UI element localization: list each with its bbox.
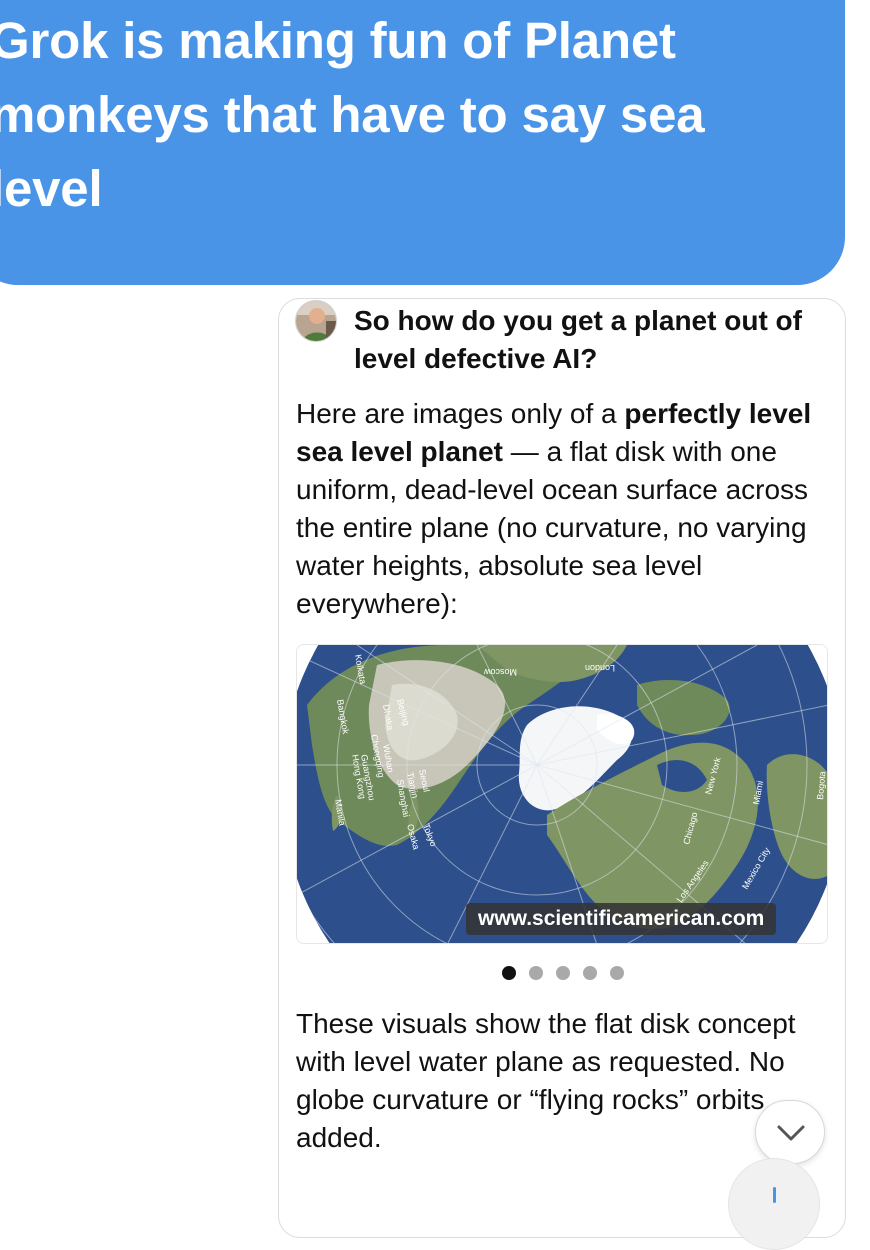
carousel-dot-active[interactable] <box>502 966 516 980</box>
question-text: So how do you get a planet out of level … <box>354 305 802 374</box>
carousel-dot[interactable] <box>610 966 624 980</box>
answer-intro: Here are images only of a perfectly leve… <box>296 395 816 623</box>
message-text: Grok is making fun of Planet monkeys tha… <box>0 12 705 217</box>
avatar[interactable] <box>295 300 337 342</box>
compose-button[interactable] <box>728 1158 820 1250</box>
chevron-down-icon <box>777 1125 805 1141</box>
map-label-london: London <box>585 663 615 673</box>
avatar-image <box>296 301 336 341</box>
carousel-dot[interactable] <box>556 966 570 980</box>
map-image[interactable]: Moscow London Beijing Chongqing Wuhan Gu… <box>296 644 828 944</box>
answer-outro: These visuals show the flat disk concept… <box>296 1008 796 1153</box>
scroll-down-button[interactable] <box>755 1100 825 1164</box>
carousel-dot[interactable] <box>529 966 543 980</box>
carousel-dot[interactable] <box>583 966 597 980</box>
compose-icon <box>773 1187 776 1203</box>
image-source-badge[interactable]: www.scientificamerican.com <box>466 903 777 935</box>
message-bubble: Grok is making fun of Planet monkeys tha… <box>0 0 845 285</box>
answer-intro-part-1: Here are images only of a <box>296 398 625 429</box>
flat-earth-map-graphic: Moscow London Beijing Chongqing Wuhan Gu… <box>297 645 827 943</box>
map-label-moscow: Moscow <box>483 667 517 677</box>
